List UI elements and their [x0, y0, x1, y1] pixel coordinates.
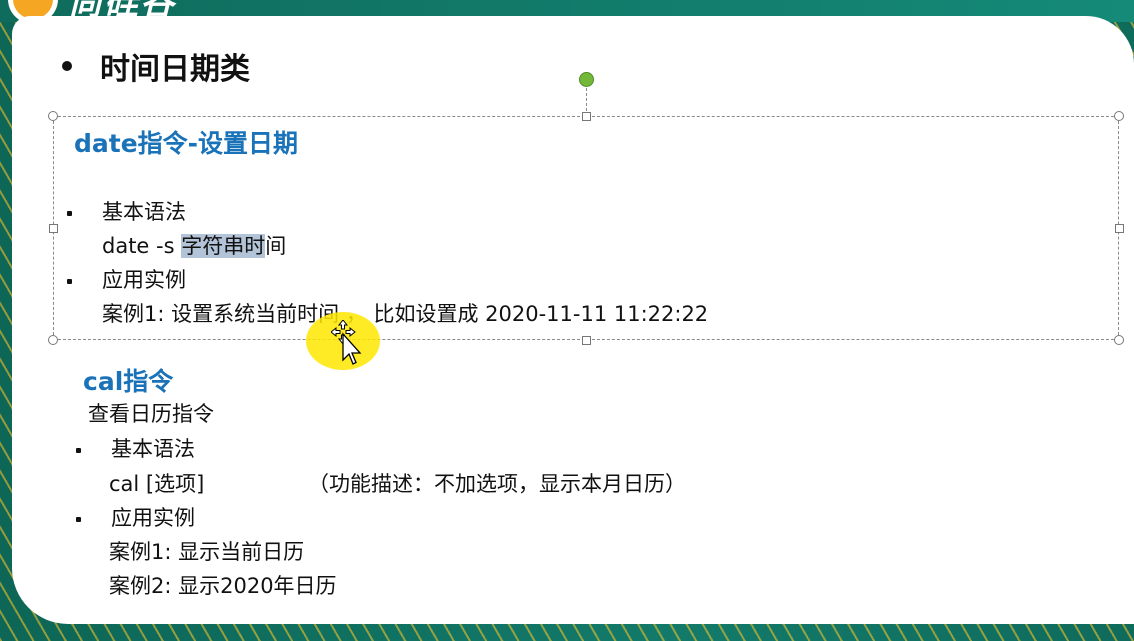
bullet-icon: [76, 517, 81, 522]
cal-example-1: 案例1: 显示当前日历: [109, 540, 305, 564]
move-cursor-icon: [331, 320, 362, 365]
bullet-dot-icon: [62, 61, 72, 71]
resize-handle-bottom[interactable]: [582, 336, 591, 345]
resize-handle-top-right[interactable]: [1114, 111, 1124, 121]
resize-handle-bottom-right[interactable]: [1114, 335, 1124, 345]
cal-syntax: cal [选项]: [109, 472, 205, 496]
resize-handle-right[interactable]: [1115, 224, 1124, 233]
date-example-1: 案例1: 设置系统当前时间 ， 比如设置成 2020-11-11 11:22:2…: [102, 302, 709, 326]
date-example-label: 应用实例: [102, 268, 186, 292]
cal-basic-syntax-label: 基本语法: [111, 437, 195, 461]
rotate-handle[interactable]: [579, 72, 594, 87]
resize-handle-left[interactable]: [49, 224, 58, 233]
bullet-icon: [67, 279, 72, 284]
title-text: 时间日期类: [100, 52, 250, 87]
selected-text-highlight[interactable]: 字符串时: [181, 234, 266, 258]
syntax-suffix: 间: [265, 234, 287, 258]
date-syntax: date -s 字符串时间: [102, 230, 286, 260]
cal-example-label: 应用实例: [111, 506, 195, 530]
cal-description: 查看日历指令: [88, 402, 214, 426]
cal-syntax-note: （功能描述：不加选项，显示本月日历）: [308, 472, 686, 496]
resize-handle-bottom-left[interactable]: [48, 335, 58, 345]
date-section-heading: date指令-设置日期: [74, 129, 299, 158]
resize-handle-top-left[interactable]: [48, 111, 58, 121]
syntax-prefix: date -s: [102, 234, 182, 258]
slide-title: 时间日期类: [62, 44, 250, 88]
resize-handle-top[interactable]: [582, 112, 591, 121]
cal-example-2: 案例2: 显示2020年日历: [109, 574, 337, 598]
bullet-icon: [76, 448, 81, 453]
bullet-icon: [67, 211, 72, 216]
cal-section-heading: cal指令: [83, 367, 174, 396]
date-basic-syntax-label: 基本语法: [102, 200, 186, 224]
